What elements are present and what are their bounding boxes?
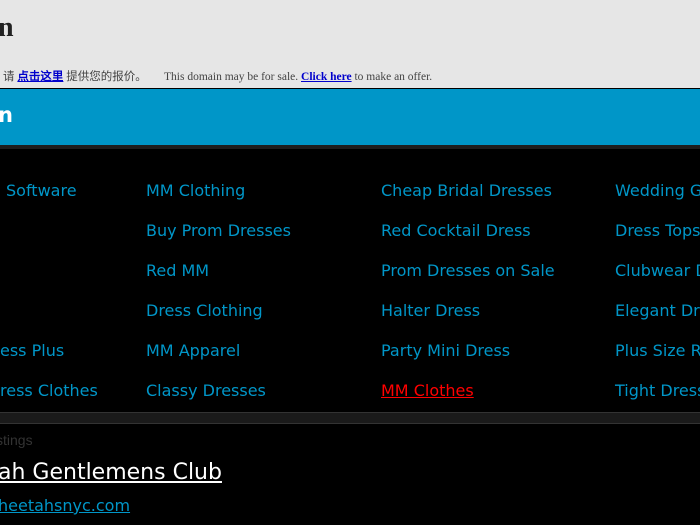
link-item[interactable]: Clubwear D [615,260,700,300]
link-item[interactable]: Plus Size R [615,340,700,380]
click-here-link[interactable]: Click here [301,71,352,83]
link-item[interactable]: Red MM [146,260,291,300]
notice-cn-suffix: 提供您的报价。 [66,71,147,83]
domain-header: n 请 点击这里 提供您的报价。 This domain may be for … [0,0,700,88]
link-item [6,220,98,260]
link-item[interactable]: MM Clothing [146,180,291,220]
link-item [6,300,98,340]
link-column-4: Wedding G Dress Tops Clubwear D Elegant Dr P… [615,180,700,420]
sale-notice: 请 点击这里 提供您的报价。 This domain may be for sa… [3,68,432,84]
link-item[interactable]: Red Cocktail Dress [381,220,555,260]
link-column-3: Cheap Bridal Dresses Red Cocktail Dress Pr… [381,180,555,420]
link-item[interactable]: Elegant Dr [615,300,700,340]
link-item[interactable]: Party Mini Dress [381,340,555,380]
listings-label: stings [0,432,33,448]
banner-title: n [0,103,13,127]
site-title: n [0,12,14,43]
result-url-link[interactable]: heetahsnyc.com [0,496,130,515]
link-item [6,260,98,300]
link-column-1: Software ess Plus ress Clothes [0,180,98,420]
section-divider [0,412,700,424]
link-item[interactable]: MM Apparel [146,340,291,380]
notice-en-suffix: to make an offer. [354,71,433,83]
link-item[interactable]: Dress Clothing [146,300,291,340]
link-item[interactable]: Cheap Bridal Dresses [381,180,555,220]
link-item[interactable]: Wedding G [615,180,700,220]
notice-cn-prefix: 请 [3,71,15,83]
click-here-cn-link[interactable]: 点击这里 [17,71,63,83]
banner: n [0,89,700,145]
link-item[interactable]: Buy Prom Dresses [146,220,291,260]
divider [0,145,700,149]
link-column-2: MM Clothing Buy Prom Dresses Red MM Dress C… [146,180,291,420]
result-title-link[interactable]: ah Gentlemens Club [0,460,222,485]
link-item[interactable]: Dress Tops [615,220,700,260]
link-item[interactable]: Software [6,180,98,220]
notice-en-prefix: This domain may be for sale. [164,71,299,83]
link-item[interactable]: Halter Dress [381,300,555,340]
link-item[interactable]: ess Plus [0,340,98,380]
link-item[interactable]: Prom Dresses on Sale [381,260,555,300]
